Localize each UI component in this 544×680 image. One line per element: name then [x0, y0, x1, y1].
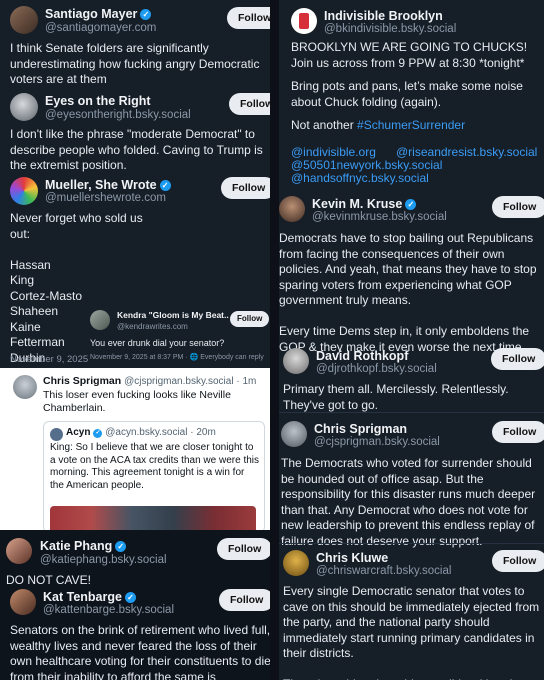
author-name[interactable]: David Rothkopf [316, 349, 408, 363]
follow-button[interactable]: Follow [219, 589, 270, 611]
avatar[interactable] [281, 421, 307, 447]
quote-text: King: So I believe that we are closer to… [50, 442, 262, 491]
follow-button[interactable]: Follow [492, 550, 544, 572]
author-handle[interactable]: @kevinmkruse.bsky.social [312, 211, 447, 223]
hashtag-link[interactable]: #SchumerSurrender [357, 118, 465, 132]
follow-button[interactable]: Follow [221, 177, 270, 199]
author-handle[interactable]: @muellershewrote.com [45, 192, 166, 204]
follow-button[interactable]: Follow [491, 348, 544, 370]
author-handle[interactable]: @katiephang.bsky.social [40, 554, 167, 566]
post-text: Primary them all. Mercilessly. Relentles… [283, 382, 512, 412]
avatar[interactable] [10, 6, 38, 34]
avatar[interactable] [6, 538, 32, 564]
author-name[interactable]: Chris Sprigman @cjsprigman.bsky.social ·… [43, 375, 256, 387]
author-name[interactable]: Katie Phang ✓ [40, 539, 127, 553]
reply-author-handle[interactable]: @kendrawrites.com [117, 322, 188, 331]
post-date: November 9, 2025 [10, 354, 89, 365]
author-handle[interactable]: @cjsprigman.bsky.social [314, 436, 440, 448]
avatar[interactable] [10, 177, 38, 205]
post-text: This loser even fucking looks like Nevil… [43, 389, 234, 414]
reply-author-name[interactable]: Kendra "Gloom is My Beat.. [117, 310, 229, 320]
verified-badge-icon: ✓ [405, 199, 417, 210]
left-quote-panel: Chris Sprigman @cjsprigman.bsky.social ·… [0, 368, 270, 530]
post-text: Not another #SchumerSurrender [291, 118, 466, 132]
author-handle[interactable]: @djrothkopf.bsky.social [316, 363, 437, 375]
post-text: I don't like the phrase "moderate Democr… [10, 127, 267, 172]
logo-icon [299, 13, 309, 29]
verified-badge-icon: ✓ [115, 541, 127, 552]
avatar[interactable] [10, 93, 38, 121]
post-text: I think Senate folders are significantly… [10, 41, 263, 86]
post-text: Every single Democratic senator that vot… [283, 584, 540, 680]
author-name[interactable]: Kevin M. Kruse ✓ [312, 197, 417, 211]
left-top-panel: Santiago Mayer ✓ @santiagomayer.com Follo… [0, 0, 270, 368]
avatar[interactable] [10, 589, 36, 615]
verified-badge-icon: ✓ [140, 9, 152, 20]
quoted-post[interactable]: Acyn ✓ @acyn.bsky.social · 20m King: So I… [43, 421, 265, 530]
post-text: The Democrats who voted for surrender sh… [281, 456, 539, 548]
divider [279, 543, 544, 544]
author-handle[interactable]: @kattenbarge.bsky.social [43, 604, 174, 616]
follow-button[interactable]: Follow [227, 7, 270, 29]
post-text: Bring pots and pans, let’s make some noi… [291, 79, 527, 109]
author-handle[interactable]: @eyesontheright.bsky.social [45, 109, 191, 121]
author-handle[interactable]: @bkindivisible.bsky.social [324, 23, 456, 35]
avatar[interactable] [283, 348, 309, 374]
avatar[interactable] [283, 550, 309, 576]
verified-badge-icon: ✓ [124, 592, 136, 603]
avatar[interactable] [291, 8, 317, 34]
right-panel: Indivisible Brooklyn @bkindivisible.bsky… [279, 0, 544, 680]
follow-button[interactable]: Follow [229, 93, 270, 115]
reply-text: You ever drunk dial your senator? [90, 338, 225, 348]
avatar[interactable] [90, 310, 110, 330]
follow-button[interactable]: Follow [492, 421, 544, 443]
follow-button[interactable]: Follow [230, 311, 270, 327]
left-bottom-panel: Katie Phang ✓ @katiephang.bsky.social Fol… [0, 530, 270, 680]
author-handle[interactable]: @santiagomayer.com [45, 22, 156, 34]
author-name[interactable]: Eyes on the Right [45, 94, 151, 108]
video-thumbnail[interactable] [50, 506, 256, 530]
post-text: Senators on the brink of retirement who … [10, 623, 270, 680]
post-text: BROOKLYN WE ARE GOING TO CHUCKS! Join us… [291, 40, 531, 70]
author-name[interactable]: Mueller, She Wrote ✓ [45, 178, 171, 192]
author-name[interactable]: Santiago Mayer ✓ [45, 7, 152, 21]
verified-badge-icon: ✓ [159, 180, 171, 191]
follow-button[interactable]: Follow [217, 538, 270, 560]
quote-author-name[interactable]: Acyn ✓ @acyn.bsky.social · 20m [66, 427, 216, 438]
author-name[interactable]: Indivisible Brooklyn [324, 9, 443, 23]
follow-button[interactable]: Follow [492, 196, 544, 218]
avatar[interactable] [279, 196, 305, 222]
verified-badge-icon: ✓ [93, 429, 103, 438]
post-text: DO NOT CAVE! [6, 573, 91, 587]
avatar[interactable] [50, 428, 63, 441]
author-name[interactable]: Chris Kluwe [316, 551, 388, 565]
author-name[interactable]: Kat Tenbarge ✓ [43, 590, 136, 604]
reply-meta: November 9, 2025 at 8:37 PM · 🌐 Everybod… [90, 354, 264, 361]
divider [279, 412, 544, 413]
author-handle[interactable]: @chriswarcraft.bsky.social [316, 565, 451, 577]
author-name[interactable]: Chris Sprigman [314, 422, 407, 436]
mention-link[interactable]: @handsoffnyc.bsky.social [291, 171, 429, 187]
post-text: Democrats have to stop bailing out Repub… [279, 231, 537, 354]
avatar[interactable] [13, 375, 37, 399]
